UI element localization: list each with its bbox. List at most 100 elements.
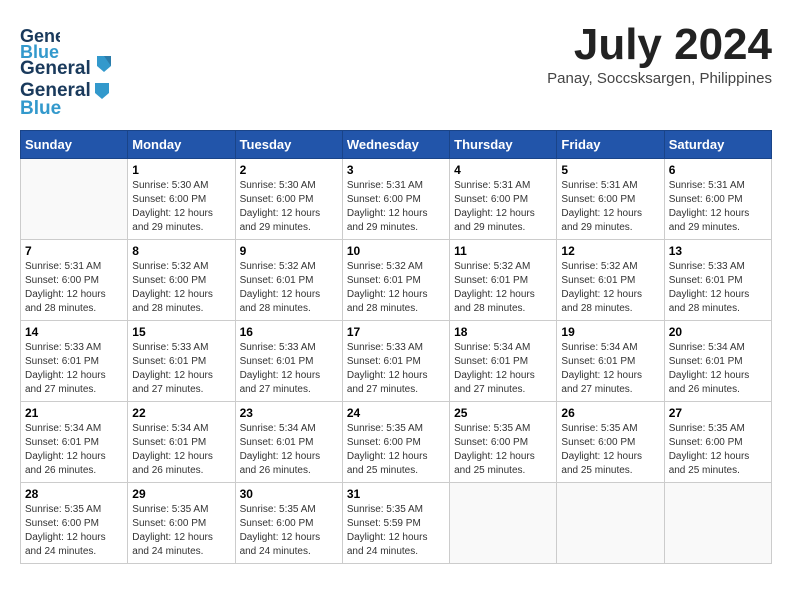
subtitle: Panay, Soccsksargen, Philippines	[547, 70, 772, 87]
calendar-cell: 5 Sunrise: 5:31 AM Sunset: 6:00 PM Daylig…	[557, 159, 664, 240]
calendar-cell: 23 Sunrise: 5:34 AM Sunset: 6:01 PM Dayli…	[235, 402, 342, 483]
weekday-header-sunday: Sunday	[21, 131, 128, 159]
header: General Blue General General Blue July 2…	[20, 20, 772, 120]
day-info: Sunrise: 5:33 AM Sunset: 6:01 PM Dayligh…	[240, 341, 338, 397]
calendar-week-3: 14 Sunrise: 5:33 AM Sunset: 6:01 PM Dayli…	[21, 321, 772, 402]
weekday-header-tuesday: Tuesday	[235, 131, 342, 159]
day-number: 9	[240, 244, 338, 258]
calendar-cell: 20Sunrise: 5:34 AM Sunset: 6:01 PM Dayli…	[664, 321, 771, 402]
calendar-header-row: SundayMondayTuesdayWednesdayThursdayFrid…	[21, 131, 772, 159]
calendar-week-4: 21 Sunrise: 5:34 AM Sunset: 6:01 PM Dayli…	[21, 402, 772, 483]
day-info: Sunrise: 5:35 AM Sunset: 6:00 PM Dayligh…	[132, 503, 230, 559]
calendar-cell: 31Sunrise: 5:35 AM Sunset: 5:59 PM Dayli…	[342, 483, 449, 564]
logo-general-text: General	[20, 58, 91, 80]
calendar-cell: 28 Sunrise: 5:35 AM Sunset: 6:00 PM Dayli…	[21, 483, 128, 564]
title-area: July 2024 Panay, Soccsksargen, Philippin…	[547, 20, 772, 87]
day-number: 7	[25, 244, 123, 258]
day-number: 21	[25, 406, 123, 420]
calendar-cell: 15 Sunrise: 5:33 AM Sunset: 6:01 PM Dayli…	[128, 321, 235, 402]
day-number: 24	[347, 406, 445, 420]
calendar-cell: 1 Sunrise: 5:30 AM Sunset: 6:00 PM Daylig…	[128, 159, 235, 240]
calendar-cell: 9 Sunrise: 5:32 AM Sunset: 6:01 PM Daylig…	[235, 240, 342, 321]
day-info: Sunrise: 5:30 AM Sunset: 6:00 PM Dayligh…	[132, 179, 230, 235]
logo-flag-icon	[92, 81, 112, 101]
day-info: Sunrise: 5:34 AM Sunset: 6:01 PM Dayligh…	[454, 341, 552, 397]
day-number: 12	[561, 244, 659, 258]
day-info: Sunrise: 5:32 AM Sunset: 6:01 PM Dayligh…	[347, 260, 445, 316]
day-number: 19	[561, 325, 659, 339]
calendar-cell: 18 Sunrise: 5:34 AM Sunset: 6:01 PM Dayli…	[450, 321, 557, 402]
calendar-cell	[664, 483, 771, 564]
day-info: Sunrise: 5:31 AM Sunset: 6:00 PM Dayligh…	[25, 260, 123, 316]
calendar-cell: 21Sunrise: 5:34 AM Sunset: 6:01 PM Dayli…	[21, 402, 128, 483]
day-number: 11	[454, 244, 552, 258]
calendar-cell: 30Sunrise: 5:35 AM Sunset: 6:00 PM Dayli…	[235, 483, 342, 564]
day-number: 31	[347, 487, 445, 501]
calendar-cell: 3 Sunrise: 5:31 AM Sunset: 6:00 PM Daylig…	[342, 159, 449, 240]
day-info: Sunrise: 5:32 AM Sunset: 6:01 PM Dayligh…	[561, 260, 659, 316]
day-number: 6	[669, 163, 767, 177]
calendar-cell: 22 Sunrise: 5:34 AM Sunset: 6:01 PM Dayli…	[128, 402, 235, 483]
day-number: 18	[454, 325, 552, 339]
logo-blue-icon	[93, 52, 115, 79]
calendar-cell: 11Sunrise: 5:32 AM Sunset: 6:01 PM Dayli…	[450, 240, 557, 321]
day-number: 28	[25, 487, 123, 501]
day-info: Sunrise: 5:35 AM Sunset: 6:00 PM Dayligh…	[347, 422, 445, 478]
day-number: 22	[132, 406, 230, 420]
calendar-cell: 2Sunrise: 5:30 AM Sunset: 6:00 PM Daylig…	[235, 159, 342, 240]
calendar-cell: 8Sunrise: 5:32 AM Sunset: 6:00 PM Daylig…	[128, 240, 235, 321]
day-info: Sunrise: 5:34 AM Sunset: 6:01 PM Dayligh…	[240, 422, 338, 478]
day-number: 17	[347, 325, 445, 339]
day-info: Sunrise: 5:31 AM Sunset: 6:00 PM Dayligh…	[669, 179, 767, 235]
day-info: Sunrise: 5:32 AM Sunset: 6:01 PM Dayligh…	[240, 260, 338, 316]
calendar-cell: 6 Sunrise: 5:31 AM Sunset: 6:00 PM Daylig…	[664, 159, 771, 240]
calendar-cell	[21, 159, 128, 240]
calendar-cell: 17 Sunrise: 5:33 AM Sunset: 6:01 PM Dayli…	[342, 321, 449, 402]
day-info: Sunrise: 5:35 AM Sunset: 6:00 PM Dayligh…	[25, 503, 123, 559]
calendar-cell: 27 Sunrise: 5:35 AM Sunset: 6:00 PM Dayli…	[664, 402, 771, 483]
day-info: Sunrise: 5:31 AM Sunset: 6:00 PM Dayligh…	[454, 179, 552, 235]
day-number: 25	[454, 406, 552, 420]
calendar-cell: 19 Sunrise: 5:34 AM Sunset: 6:01 PM Dayli…	[557, 321, 664, 402]
calendar: SundayMondayTuesdayWednesdayThursdayFrid…	[20, 130, 772, 564]
day-info: Sunrise: 5:34 AM Sunset: 6:01 PM Dayligh…	[561, 341, 659, 397]
day-number: 13	[669, 244, 767, 258]
weekday-header-wednesday: Wednesday	[342, 131, 449, 159]
day-number: 20	[669, 325, 767, 339]
day-number: 2	[240, 163, 338, 177]
day-number: 29	[132, 487, 230, 501]
day-number: 23	[240, 406, 338, 420]
calendar-cell: 26Sunrise: 5:35 AM Sunset: 6:00 PM Dayli…	[557, 402, 664, 483]
calendar-cell: 13Sunrise: 5:33 AM Sunset: 6:01 PM Dayli…	[664, 240, 771, 321]
day-info: Sunrise: 5:34 AM Sunset: 6:01 PM Dayligh…	[132, 422, 230, 478]
day-info: Sunrise: 5:33 AM Sunset: 6:01 PM Dayligh…	[25, 341, 123, 397]
day-number: 14	[25, 325, 123, 339]
day-info: Sunrise: 5:33 AM Sunset: 6:01 PM Dayligh…	[132, 341, 230, 397]
main-title: July 2024	[547, 20, 772, 70]
day-info: Sunrise: 5:31 AM Sunset: 6:00 PM Dayligh…	[347, 179, 445, 235]
day-info: Sunrise: 5:35 AM Sunset: 6:00 PM Dayligh…	[669, 422, 767, 478]
calendar-cell: 24 Sunrise: 5:35 AM Sunset: 6:00 PM Dayli…	[342, 402, 449, 483]
logo: General Blue General General Blue	[20, 20, 115, 120]
calendar-cell: 29 Sunrise: 5:35 AM Sunset: 6:00 PM Dayli…	[128, 483, 235, 564]
day-number: 16	[240, 325, 338, 339]
day-number: 27	[669, 406, 767, 420]
day-info: Sunrise: 5:35 AM Sunset: 6:00 PM Dayligh…	[454, 422, 552, 478]
day-number: 5	[561, 163, 659, 177]
calendar-cell: 25 Sunrise: 5:35 AM Sunset: 6:00 PM Dayli…	[450, 402, 557, 483]
calendar-cell: 10 Sunrise: 5:32 AM Sunset: 6:01 PM Dayli…	[342, 240, 449, 321]
weekday-header-friday: Friday	[557, 131, 664, 159]
day-number: 4	[454, 163, 552, 177]
day-number: 1	[132, 163, 230, 177]
weekday-header-monday: Monday	[128, 131, 235, 159]
day-number: 15	[132, 325, 230, 339]
day-info: Sunrise: 5:31 AM Sunset: 6:00 PM Dayligh…	[561, 179, 659, 235]
day-number: 10	[347, 244, 445, 258]
calendar-week-2: 7 Sunrise: 5:31 AM Sunset: 6:00 PM Daylig…	[21, 240, 772, 321]
calendar-body: 1 Sunrise: 5:30 AM Sunset: 6:00 PM Daylig…	[21, 159, 772, 564]
day-info: Sunrise: 5:33 AM Sunset: 6:01 PM Dayligh…	[347, 341, 445, 397]
calendar-week-5: 28 Sunrise: 5:35 AM Sunset: 6:00 PM Dayli…	[21, 483, 772, 564]
day-number: 26	[561, 406, 659, 420]
day-number: 3	[347, 163, 445, 177]
calendar-cell: 7 Sunrise: 5:31 AM Sunset: 6:00 PM Daylig…	[21, 240, 128, 321]
